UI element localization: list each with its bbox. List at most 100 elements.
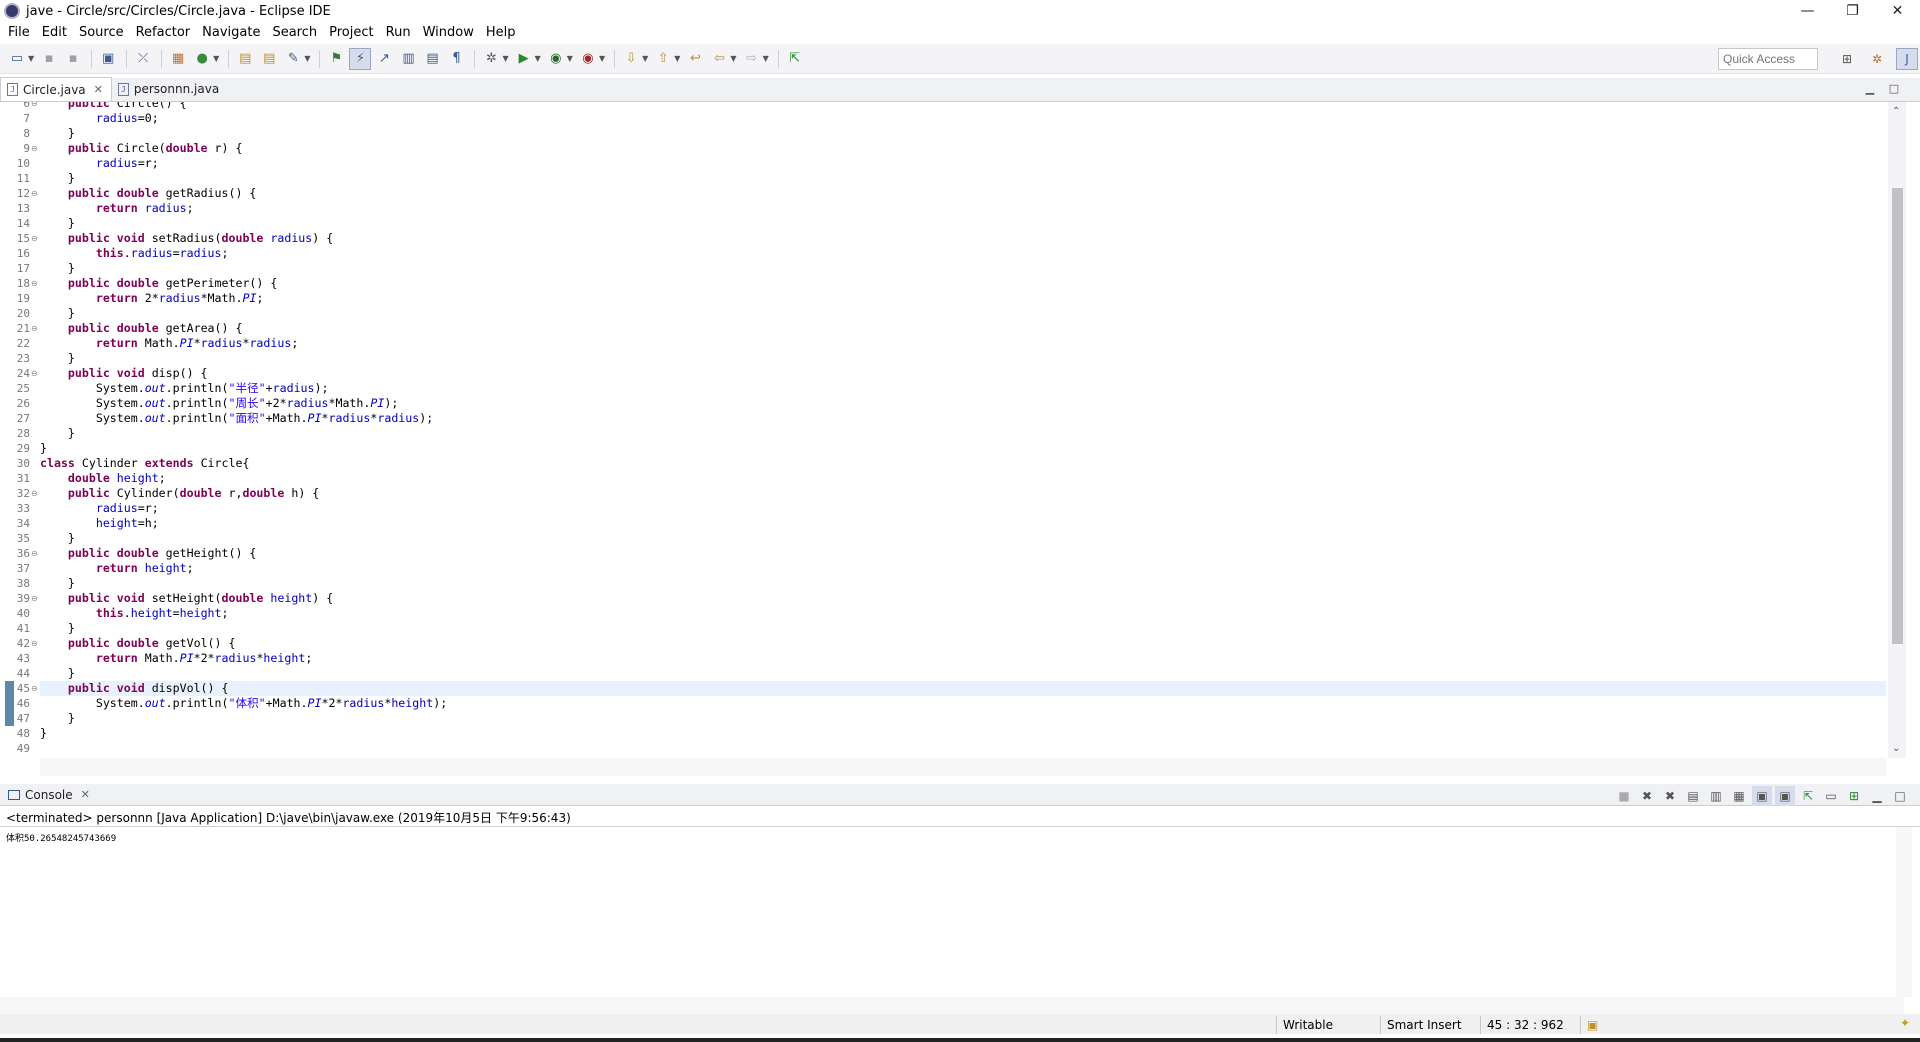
menu-file[interactable]: File [2,22,36,44]
back-dropdown-icon[interactable]: ▼ [730,54,736,63]
code-line[interactable]: public double getHeight() { [40,546,1886,561]
fold-toggle-icon[interactable]: ⊖ [31,231,39,246]
show-on-output-icon[interactable]: ▣ [1752,786,1772,806]
tip-lightbulb-icon[interactable]: ✦ [1900,1016,1910,1030]
coverage-dropdown-icon[interactable]: ▼ [567,54,573,63]
code-line[interactable]: return height; [40,561,1886,576]
code-text-area[interactable]: public Circle() { radius=0; } public Cir… [40,102,1886,758]
code-line[interactable]: System.out.println("面积"+Math.PI*radius*r… [40,411,1886,426]
pin-console-icon[interactable]: ⇱ [1798,786,1818,806]
open-folder-icon[interactable]: ▤ [258,48,280,70]
close-tab-icon[interactable]: ✕ [94,83,103,96]
new-icon[interactable]: ▭ [6,48,28,70]
menu-search[interactable]: Search [266,22,323,44]
new-java-package-icon[interactable]: ▦ [167,48,189,70]
minimize-editor-icon[interactable]: ▁ [1858,78,1882,98]
remove-all-terminated-icon[interactable]: ✖ [1660,786,1680,806]
code-line[interactable]: public void dispVol() { [40,681,1886,696]
close-console-icon[interactable]: ✕ [81,788,90,801]
code-line[interactable]: return 2*radius*Math.PI; [40,291,1886,306]
debug-icon[interactable]: ✲ [480,48,502,70]
fold-toggle-icon[interactable]: ⊖ [31,141,39,156]
fold-toggle-icon[interactable]: ⊖ [31,591,39,606]
code-line[interactable]: height=h; [40,516,1886,531]
tab-circle-java[interactable]: J Circle.java ✕ [0,77,112,101]
fold-toggle-icon[interactable]: ⊖ [31,366,39,381]
pin-editor-icon[interactable]: ⇱ [784,48,806,70]
debug-perspective-icon[interactable]: ✲ [1866,48,1888,70]
code-line[interactable]: class Cylinder extends Circle{ [40,456,1886,471]
code-line[interactable]: } [40,666,1886,681]
scroll-up-icon[interactable]: ⌃ [1892,106,1900,117]
new-java-class-icon[interactable]: ● [191,48,213,70]
minimize-button[interactable]: — [1785,0,1830,22]
run-icon[interactable]: ▶ [513,48,535,70]
show-whitespace-icon[interactable]: ¶ [445,48,467,70]
fold-toggle-icon[interactable]: ⊖ [31,276,39,291]
forward-dropdown-icon[interactable]: ▼ [763,54,769,63]
menu-source[interactable]: Source [73,22,130,44]
toggle-breadcrumb-icon[interactable]: ↗ [373,48,395,70]
code-line[interactable]: } [40,216,1886,231]
code-line[interactable]: } [40,351,1886,366]
code-line[interactable]: return Math.PI*radius*radius; [40,336,1886,351]
display-console-icon[interactable]: ▭ [1821,786,1841,806]
code-line[interactable]: this.radius=radius; [40,246,1886,261]
menu-project[interactable]: Project [323,22,379,44]
code-line[interactable]: radius=0; [40,111,1886,126]
forward-icon[interactable]: ⇨ [741,48,763,70]
code-line[interactable]: System.out.println("体积"+Math.PI*2*radius… [40,696,1886,711]
open-perspective-icon[interactable]: ⊞ [1836,48,1858,70]
maximize-console-icon[interactable]: □ [1890,786,1910,806]
memory-icon[interactable]: ▣ [1580,1016,1606,1034]
code-line[interactable]: double height; [40,471,1886,486]
code-line[interactable]: public Circle(double r) { [40,141,1886,156]
new-class-dropdown-icon[interactable]: ▼ [213,54,219,63]
status-cursor-position[interactable]: 45 : 32 : 962 [1480,1016,1580,1034]
fold-toggle-icon[interactable]: ⊖ [31,546,39,561]
fold-toggle-icon[interactable]: ⊖ [31,486,39,501]
menu-run[interactable]: Run [380,22,417,44]
maximize-button[interactable]: ❐ [1830,0,1875,22]
console-output-area[interactable]: 体积50.26548245743669 [0,826,1920,1026]
code-line[interactable]: } [40,531,1886,546]
run-dropdown-icon[interactable]: ▼ [535,54,541,63]
fold-toggle-icon[interactable]: ⊖ [31,186,39,201]
fold-toggle-icon[interactable]: ⊖ [31,636,39,651]
code-line[interactable]: } [40,426,1886,441]
code-line[interactable]: } [40,621,1886,636]
last-edit-location-icon[interactable]: ↩ [684,48,706,70]
search-dropdown-icon[interactable]: ▼ [304,54,310,63]
save-icon[interactable]: ▪ [38,48,60,70]
code-line[interactable]: return Math.PI*2*radius*height; [40,651,1886,666]
fold-toggle-icon[interactable]: ⊖ [31,102,39,111]
code-line[interactable]: public Circle() { [40,102,1886,111]
scroll-lock-icon[interactable]: ▥ [1706,786,1726,806]
code-line[interactable] [40,741,1886,756]
close-button[interactable]: ✕ [1875,0,1920,22]
show-on-error-icon[interactable]: ▣ [1775,786,1795,806]
external-tools-icon[interactable]: ◉ [577,48,599,70]
quick-access-input[interactable] [1718,48,1818,70]
tab-personnn-java[interactable]: J personnn.java [112,77,227,101]
code-line[interactable]: public void disp() { [40,366,1886,381]
word-wrap-console-icon[interactable]: ▦ [1729,786,1749,806]
code-line[interactable]: public void setHeight(double height) { [40,591,1886,606]
code-line[interactable]: } [40,306,1886,321]
code-line[interactable]: public Cylinder(double r,double h) { [40,486,1886,501]
remove-launch-icon[interactable]: ✖ [1637,786,1657,806]
terminal-icon[interactable]: ▣ [97,48,119,70]
menu-navigate[interactable]: Navigate [196,22,266,44]
fold-toggle-icon[interactable]: ⊖ [31,321,39,336]
coverage-icon[interactable]: ◉ [545,48,567,70]
open-type-icon[interactable]: ▤ [234,48,256,70]
code-line[interactable]: radius=r; [40,156,1886,171]
word-wrap-icon[interactable]: ▤ [421,48,443,70]
code-line[interactable]: } [40,126,1886,141]
code-line[interactable]: public double getRadius() { [40,186,1886,201]
clear-console-icon[interactable]: ▤ [1683,786,1703,806]
code-line[interactable]: public double getPerimeter() { [40,276,1886,291]
tab-console[interactable]: Console ✕ [0,788,98,802]
code-line[interactable]: System.out.println("周长"+2*radius*Math.PI… [40,396,1886,411]
next-annotation-dropdown-icon[interactable]: ▼ [642,54,648,63]
